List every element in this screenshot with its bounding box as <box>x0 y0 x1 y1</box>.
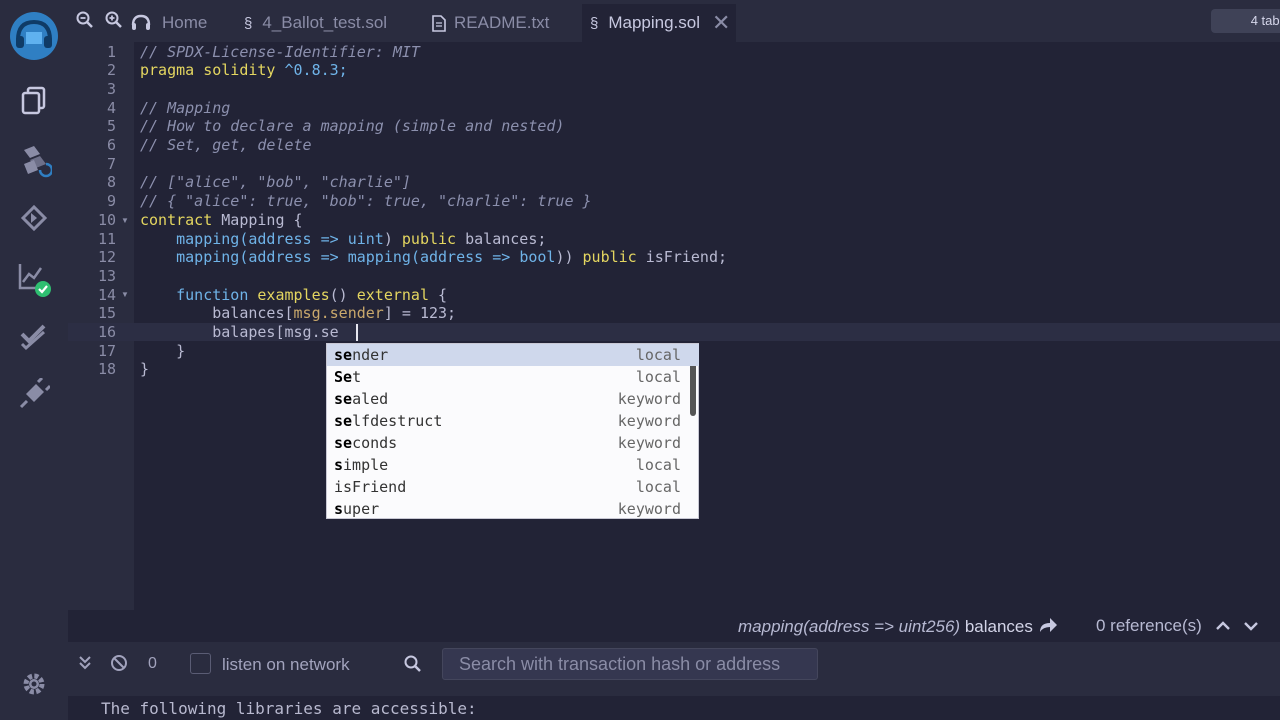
line-number: 7 <box>106 154 116 173</box>
chevron-down-icon[interactable] <box>1243 618 1259 638</box>
code-line-6: // Set, get, delete <box>140 136 312 154</box>
autocomplete-popup[interactable]: sender local Set local sealed keyword selfd… <box>326 343 699 519</box>
tab-readme[interactable]: README.txt <box>432 4 549 42</box>
code-line-15: balances[msg.sender] = 123; <box>140 304 457 323</box>
reference-signature: mapping(address => uint256) balances <box>738 616 1058 639</box>
solidity-icon: § <box>590 14 599 32</box>
line-number: 3 <box>106 79 116 98</box>
close-icon[interactable]: ✕ <box>712 12 730 34</box>
compiler-icon[interactable] <box>14 142 54 182</box>
reference-name: balances <box>964 617 1033 636</box>
code-line-4: // Mapping <box>140 98 231 117</box>
tab-label: 4_Ballot_test.sol <box>262 13 388 32</box>
analysis-icon[interactable] <box>14 258 54 298</box>
line-number: 15 <box>97 304 116 323</box>
code-line-2: pragma solidity ^0.8.3; <box>140 61 348 80</box>
zoom-in-icon[interactable] <box>105 11 123 34</box>
go-to-definition-icon[interactable] <box>1038 616 1058 639</box>
code-line-16: balapes[msg.se <box>140 323 339 341</box>
collapse-terminal-icon[interactable] <box>79 655 91 676</box>
autocomplete-item[interactable]: simple local <box>327 454 699 476</box>
terminal-panel: 0 listen on network Search with transact… <box>68 642 1280 720</box>
reference-bar: mapping(address => uint256) balances 0 r… <box>68 610 1280 642</box>
tabs-dropdown[interactable]: 4 tabs ▾ <box>1211 9 1280 33</box>
code-line-11: mapping(address => uint) public balances… <box>140 229 547 248</box>
tab-mapping[interactable]: § Mapping.sol ✕ <box>582 4 736 42</box>
listen-network-label: listen on network <box>222 655 350 674</box>
autocomplete-item[interactable]: isFriend local <box>327 476 699 498</box>
transaction-search-input[interactable]: Search with transaction hash or address <box>442 648 818 680</box>
tab-ballot-test[interactable]: § 4_Ballot_test.sol <box>244 4 387 42</box>
line-number: 12 <box>97 248 116 267</box>
autocomplete-item[interactable]: sealed keyword <box>327 388 699 410</box>
line-number: 1 <box>106 42 116 61</box>
code-line-14: function examples() external { <box>176 285 448 304</box>
clear-console-icon[interactable] <box>110 654 128 677</box>
line-number: 17 <box>97 341 116 360</box>
line-number: 10 <box>97 210 116 229</box>
line-number: 4 <box>106 98 116 117</box>
listen-network-checkbox[interactable] <box>190 653 211 674</box>
fold-arrow-icon[interactable]: ▼ <box>121 290 129 299</box>
line-number: 16 <box>97 323 116 341</box>
autocomplete-item[interactable]: selfdestruct keyword <box>327 410 699 432</box>
reference-count: 0 reference(s) <box>1096 616 1259 638</box>
line-number: 11 <box>97 229 116 248</box>
remix-logo-icon[interactable] <box>8 10 60 62</box>
remix-logo-icon <box>130 12 152 34</box>
line-number: 9 <box>106 192 116 211</box>
plugin-icon[interactable] <box>14 374 54 414</box>
icon-rail <box>0 0 68 720</box>
autocomplete-item[interactable]: sender local <box>327 344 699 366</box>
tab-home[interactable]: Home <box>130 4 207 42</box>
file-explorer-icon[interactable] <box>14 80 54 120</box>
chevron-up-icon[interactable] <box>1215 618 1231 638</box>
line-number: 14 <box>97 285 116 304</box>
code-line-5: // How to declare a mapping (simple and … <box>140 117 565 136</box>
autocomplete-item[interactable]: seconds keyword <box>327 432 699 454</box>
line-number: 2 <box>106 61 116 80</box>
terminal-output: The following libraries are accessible: <box>68 696 1280 720</box>
deploy-icon[interactable] <box>14 198 54 238</box>
file-icon <box>432 14 446 32</box>
search-icon <box>404 655 422 678</box>
tab-label: README.txt <box>454 13 550 32</box>
code-line-1: // SPDX-License-Identifier: MIT <box>140 42 420 61</box>
autocomplete-item[interactable]: super keyword <box>327 498 699 520</box>
autocomplete-item[interactable]: Set local <box>327 366 699 388</box>
code-line-8: // ["alice", "bob", "charlie"] <box>140 173 411 192</box>
code-line-10: contract Mapping { <box>140 210 303 229</box>
pending-tx-count: 0 <box>148 655 157 672</box>
line-number: 18 <box>97 360 116 379</box>
line-number: 6 <box>106 136 116 154</box>
code-line-12: mapping(address => mapping(address => bo… <box>140 248 728 267</box>
text-cursor <box>356 324 358 341</box>
test-icon[interactable] <box>14 316 54 356</box>
terminal-toolbar: 0 listen on network Search with transact… <box>68 642 1280 686</box>
terminal-output-text: The following libraries are accessible: <box>101 699 477 718</box>
settings-icon[interactable] <box>14 664 54 704</box>
line-number: 8 <box>106 173 116 192</box>
code-editor[interactable]: 1 2 3 4 5 6 7 8 9 10 11 12 13 14 15 16 1… <box>68 42 1280 610</box>
fold-arrow-icon[interactable]: ▼ <box>121 216 129 225</box>
zoom-out-icon[interactable] <box>76 11 94 34</box>
line-number: 13 <box>97 266 116 285</box>
tab-bar: Home § 4_Ballot_test.sol README.txt § Ma… <box>68 0 1280 42</box>
code-line-18: } <box>140 360 150 379</box>
code-line-9: // { "alice": true, "bob": true, "charli… <box>140 192 592 211</box>
code-line-17: } <box>140 341 186 360</box>
solidity-icon: § <box>244 14 253 32</box>
line-number: 5 <box>106 117 116 136</box>
tab-label: Mapping.sol <box>608 13 701 32</box>
tab-label: Home <box>162 13 208 32</box>
